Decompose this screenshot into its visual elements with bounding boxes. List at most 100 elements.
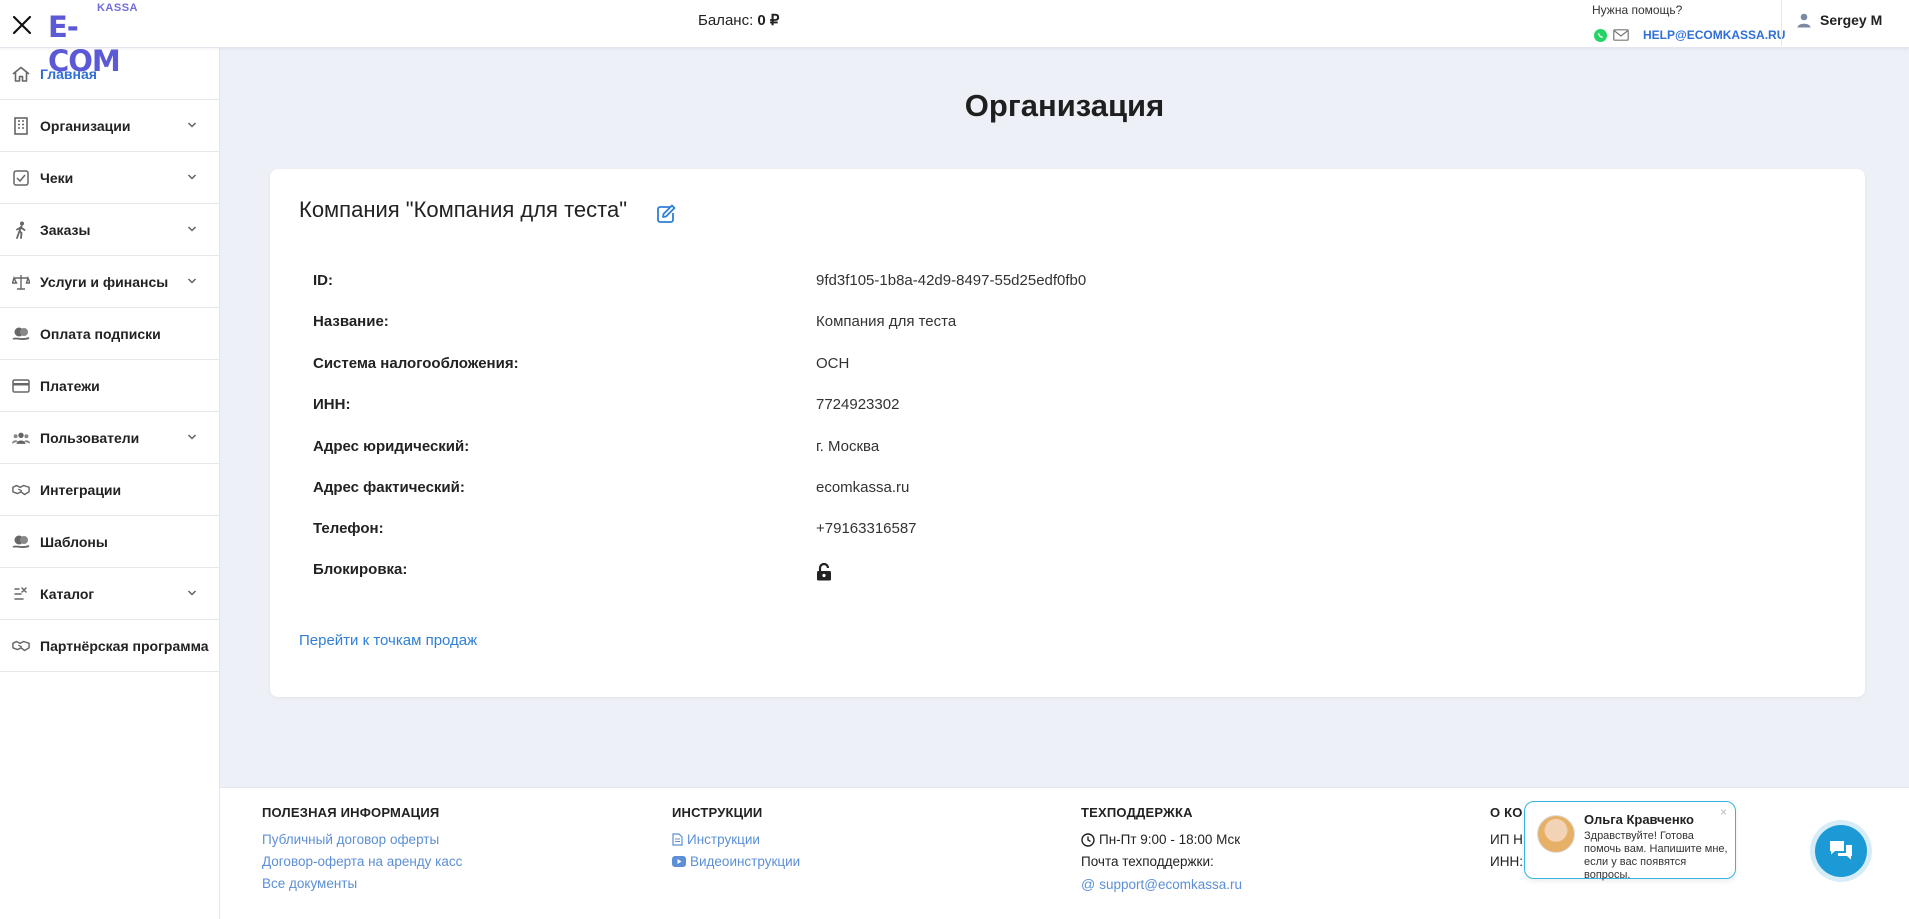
sidebar-item-label: Оплата подписки: [40, 325, 161, 342]
sidebar-item-label: Заказы: [40, 221, 91, 238]
field-value: Компания для теста: [816, 313, 957, 330]
field-key: Адрес юридический:: [313, 438, 470, 455]
unlock-icon: [817, 563, 831, 581]
chat-open-button[interactable]: [1815, 825, 1867, 877]
sidebar-item-label: Каталог: [40, 585, 95, 602]
sales-points-link[interactable]: Перейти к точкам продаж: [299, 632, 477, 649]
sidebar-item-templates[interactable]: Шаблоны: [0, 516, 219, 568]
handshake-icon: [12, 481, 30, 499]
support-email-label: Почта техподдержки:: [1081, 854, 1214, 869]
footer-useful-info: ПОЛЕЗНАЯ ИНФОРМАЦИЯ Публичный договор оф…: [262, 805, 462, 898]
users-icon: [12, 429, 30, 447]
sidebar-item-label: Организации: [40, 117, 131, 134]
field-key: Система налогообложения:: [313, 355, 519, 372]
catalog-icon: [12, 585, 30, 603]
footer-heading: ИНСТРУКЦИИ: [672, 805, 763, 820]
building-icon: [12, 116, 30, 135]
field-key: ИНН:: [313, 396, 351, 413]
agent-avatar: [1537, 815, 1575, 853]
support-email: support@ecomkassa.ru: [1099, 876, 1242, 892]
field-value: ОСН: [816, 355, 850, 372]
credit-card-icon: [12, 377, 30, 395]
close-icon[interactable]: [10, 13, 34, 37]
chevron-down-icon: [188, 122, 196, 128]
clock-icon: [1081, 832, 1095, 847]
sidebar-item-partner-program[interactable]: Партнёрская программа: [0, 620, 219, 672]
field-value: 9fd3f105-1b8a-42d9-8497-55d25edf0fb0: [816, 272, 1087, 289]
chat-popup-close-icon[interactable]: ×: [1720, 805, 1727, 819]
support-hours-text: Пн-Пт 9:00 - 18:00 Мск: [1099, 832, 1241, 847]
sidebar-item-label: Пользователи: [40, 429, 140, 446]
field-key: Блокировка:: [313, 561, 408, 578]
sidebar-item-users[interactable]: Пользователи: [0, 412, 219, 464]
chevron-down-icon: [188, 278, 196, 284]
field-row-inn: ИНН: 7724923302: [313, 396, 1813, 416]
sidebar-item-services-finance[interactable]: Услуги и финансы: [0, 256, 219, 308]
at-icon: @: [1081, 876, 1096, 892]
footer-heading: ПОЛЕЗНАЯ ИНФОРМАЦИЯ: [262, 805, 440, 820]
offer-agreement-link[interactable]: Публичный договор оферты: [262, 832, 462, 847]
instructions-label: Инструкции: [687, 832, 760, 847]
document-icon: [672, 833, 683, 846]
field-value: +79163316587: [816, 520, 917, 537]
sidebar-item-label: Интеграции: [40, 481, 122, 498]
support-email-link[interactable]: @ support@ecomkassa.ru: [1081, 876, 1242, 892]
coins-hand-icon: [12, 325, 30, 343]
chevron-down-icon: [188, 174, 196, 180]
user-icon: [1797, 13, 1811, 28]
field-row-actual-address: Адрес фактический: ecomkassa.ru: [313, 479, 1813, 499]
youtube-icon: [672, 856, 686, 867]
sidebar-item-receipts[interactable]: Чеки: [0, 152, 219, 204]
card-title: Компания "Компания для теста": [299, 197, 628, 222]
field-row-name: Название: Компания для теста: [313, 313, 1813, 333]
whatsapp-icon[interactable]: [1594, 28, 1607, 42]
field-key: Телефон:: [313, 520, 384, 537]
sidebar: Главная Организации Чеки Заказы Услуги и…: [0, 48, 220, 919]
mail-icon[interactable]: [1613, 29, 1629, 41]
field-row-id: ID: 9fd3f105-1b8a-42d9-8497-55d25edf0fb0: [313, 272, 1813, 292]
home-icon: [12, 65, 30, 83]
sidebar-item-label: Шаблоны: [40, 533, 108, 550]
sidebar-item-label: Платежи: [40, 377, 100, 394]
video-instructions-label: Видеоинструкции: [690, 854, 801, 869]
help-contacts: HELP@ECOMKASSA.RU: [1594, 28, 1785, 42]
logo[interactable]: KASSA E-COM: [48, 2, 140, 78]
company-line: ИП Н: [1490, 832, 1523, 847]
footer-heading: О КО: [1490, 805, 1523, 820]
sidebar-item-integrations[interactable]: Интеграции: [0, 464, 219, 516]
user-name: Sergey M: [1820, 12, 1883, 28]
sidebar-item-payments[interactable]: Платежи: [0, 360, 219, 412]
company-inn: ИНН:: [1490, 854, 1523, 869]
sidebar-item-catalog[interactable]: Каталог: [0, 568, 219, 620]
organization-card: Компания "Компания для теста" ID: 9fd3f1…: [270, 169, 1865, 697]
field-key: Название:: [313, 313, 389, 330]
balance-label: Баланс:: [698, 12, 754, 29]
sidebar-item-orders[interactable]: Заказы: [0, 204, 219, 256]
chat-message: Здравствуйте! Готова помочь вам. Напишит…: [1584, 830, 1728, 881]
balance-value: 0 ₽: [757, 12, 780, 29]
footer-heading: ТЕХПОДДЕРЖКА: [1081, 805, 1193, 820]
user-menu[interactable]: Sergey M: [1796, 12, 1882, 28]
chat-popup[interactable]: Ольга Кравченко Здравствуйте! Готова пом…: [1524, 801, 1736, 881]
instructions-link[interactable]: Инструкции: [672, 832, 800, 847]
chevron-down-icon: [188, 590, 196, 596]
chevron-down-icon: [188, 226, 196, 232]
field-value: 7724923302: [816, 396, 900, 413]
sidebar-item-subscription[interactable]: Оплата подписки: [0, 308, 219, 360]
rental-offer-link[interactable]: Договор-оферта на аренду касс: [262, 854, 462, 869]
logo-ecom: E-COM: [48, 10, 121, 78]
field-key: Адрес фактический:: [313, 479, 465, 496]
sidebar-item-label: Услуги и финансы: [40, 273, 169, 290]
chevron-down-icon: [188, 434, 196, 440]
field-row-phone: Телефон: +79163316587: [313, 520, 1813, 540]
support-hours: Пн-Пт 9:00 - 18:00 Мск: [1081, 832, 1242, 847]
footer-company: О КО ИП Н ИНН:: [1490, 805, 1523, 876]
edit-icon[interactable]: [656, 204, 676, 224]
field-row-legal-address: Адрес юридический: г. Москва: [313, 438, 1813, 458]
help-email-link[interactable]: HELP@ECOMKASSA.RU: [1643, 28, 1785, 42]
sidebar-item-organizations[interactable]: Организации: [0, 100, 219, 152]
top-bar: KASSA E-COM Баланс: 0 ₽ Нужна помощь? HE…: [0, 0, 1909, 78]
video-instructions-link[interactable]: Видеоинструкции: [672, 854, 800, 869]
scales-icon: [12, 273, 30, 291]
all-documents-link[interactable]: Все документы: [262, 876, 462, 891]
